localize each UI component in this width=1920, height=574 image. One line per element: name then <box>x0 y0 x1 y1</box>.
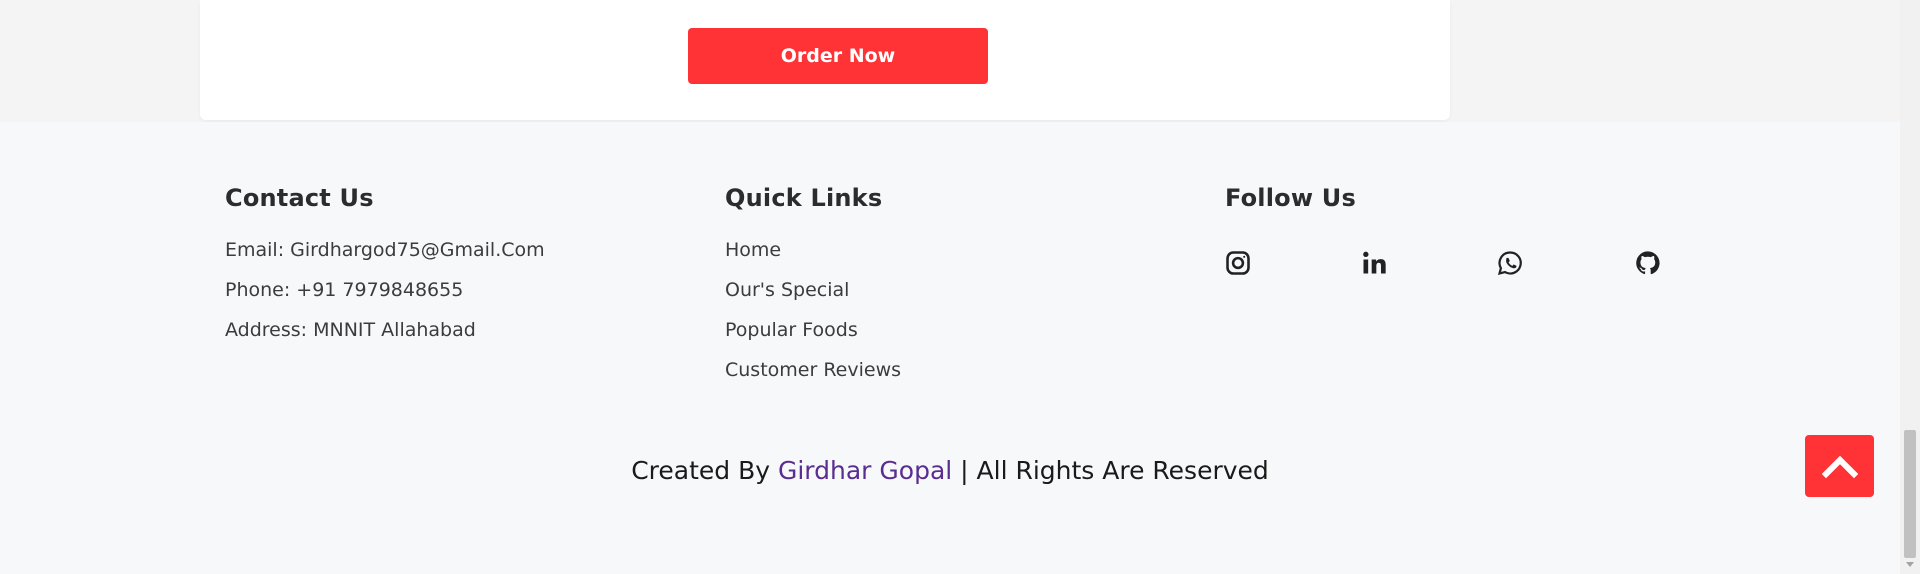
section-background: Order Now <box>0 0 1900 122</box>
quick-links-heading: Quick Links <box>725 184 883 212</box>
page-scrollbar[interactable] <box>1900 0 1920 574</box>
order-now-button[interactable]: Order Now <box>688 28 988 84</box>
credit-suffix: | All Rights Are Reserved <box>952 456 1269 485</box>
quick-link-popular-foods[interactable]: Popular Foods <box>725 318 901 358</box>
footer-credit: Created By Girdhar Gopal | All Rights Ar… <box>0 456 1900 485</box>
social-links <box>1225 248 1685 288</box>
follow-column: Follow Us <box>1225 184 1685 288</box>
contact-address: Address: MNNIT Allahabad <box>225 319 476 341</box>
scroll-to-top-button[interactable] <box>1805 435 1874 497</box>
scrollbar-thumb[interactable] <box>1904 430 1916 558</box>
quick-link-customer-reviews[interactable]: Customer Reviews <box>725 358 901 398</box>
quick-link-home[interactable]: Home <box>725 238 901 278</box>
github-icon[interactable] <box>1633 248 1663 278</box>
contact-heading: Contact Us <box>225 184 374 212</box>
credit-prefix: Created By <box>631 456 778 485</box>
instagram-icon[interactable] <box>1223 248 1253 278</box>
order-card: Order Now <box>200 0 1450 120</box>
page: Order Now Contact Us Email: Girdhargod75… <box>0 0 1920 574</box>
linkedin-icon[interactable] <box>1359 248 1389 278</box>
follow-heading: Follow Us <box>1225 184 1356 212</box>
author-link[interactable]: Girdhar Gopal <box>778 456 952 485</box>
quick-link-special[interactable]: Our's Special <box>725 278 901 318</box>
contact-phone: Phone: +91 7979848655 <box>225 279 464 301</box>
quick-links-column: Quick Links Home Our's Special Popular F… <box>725 184 901 398</box>
whatsapp-icon[interactable] <box>1495 248 1525 278</box>
scrollbar-down-arrow[interactable] <box>1906 562 1914 567</box>
contact-email: Email: Girdhargod75@Gmail.Com <box>225 239 545 261</box>
contact-column: Contact Us Email: Girdhargod75@Gmail.Com… <box>225 184 545 358</box>
chevron-up-icon <box>1821 455 1858 479</box>
footer: Contact Us Email: Girdhargod75@Gmail.Com… <box>0 122 1900 574</box>
